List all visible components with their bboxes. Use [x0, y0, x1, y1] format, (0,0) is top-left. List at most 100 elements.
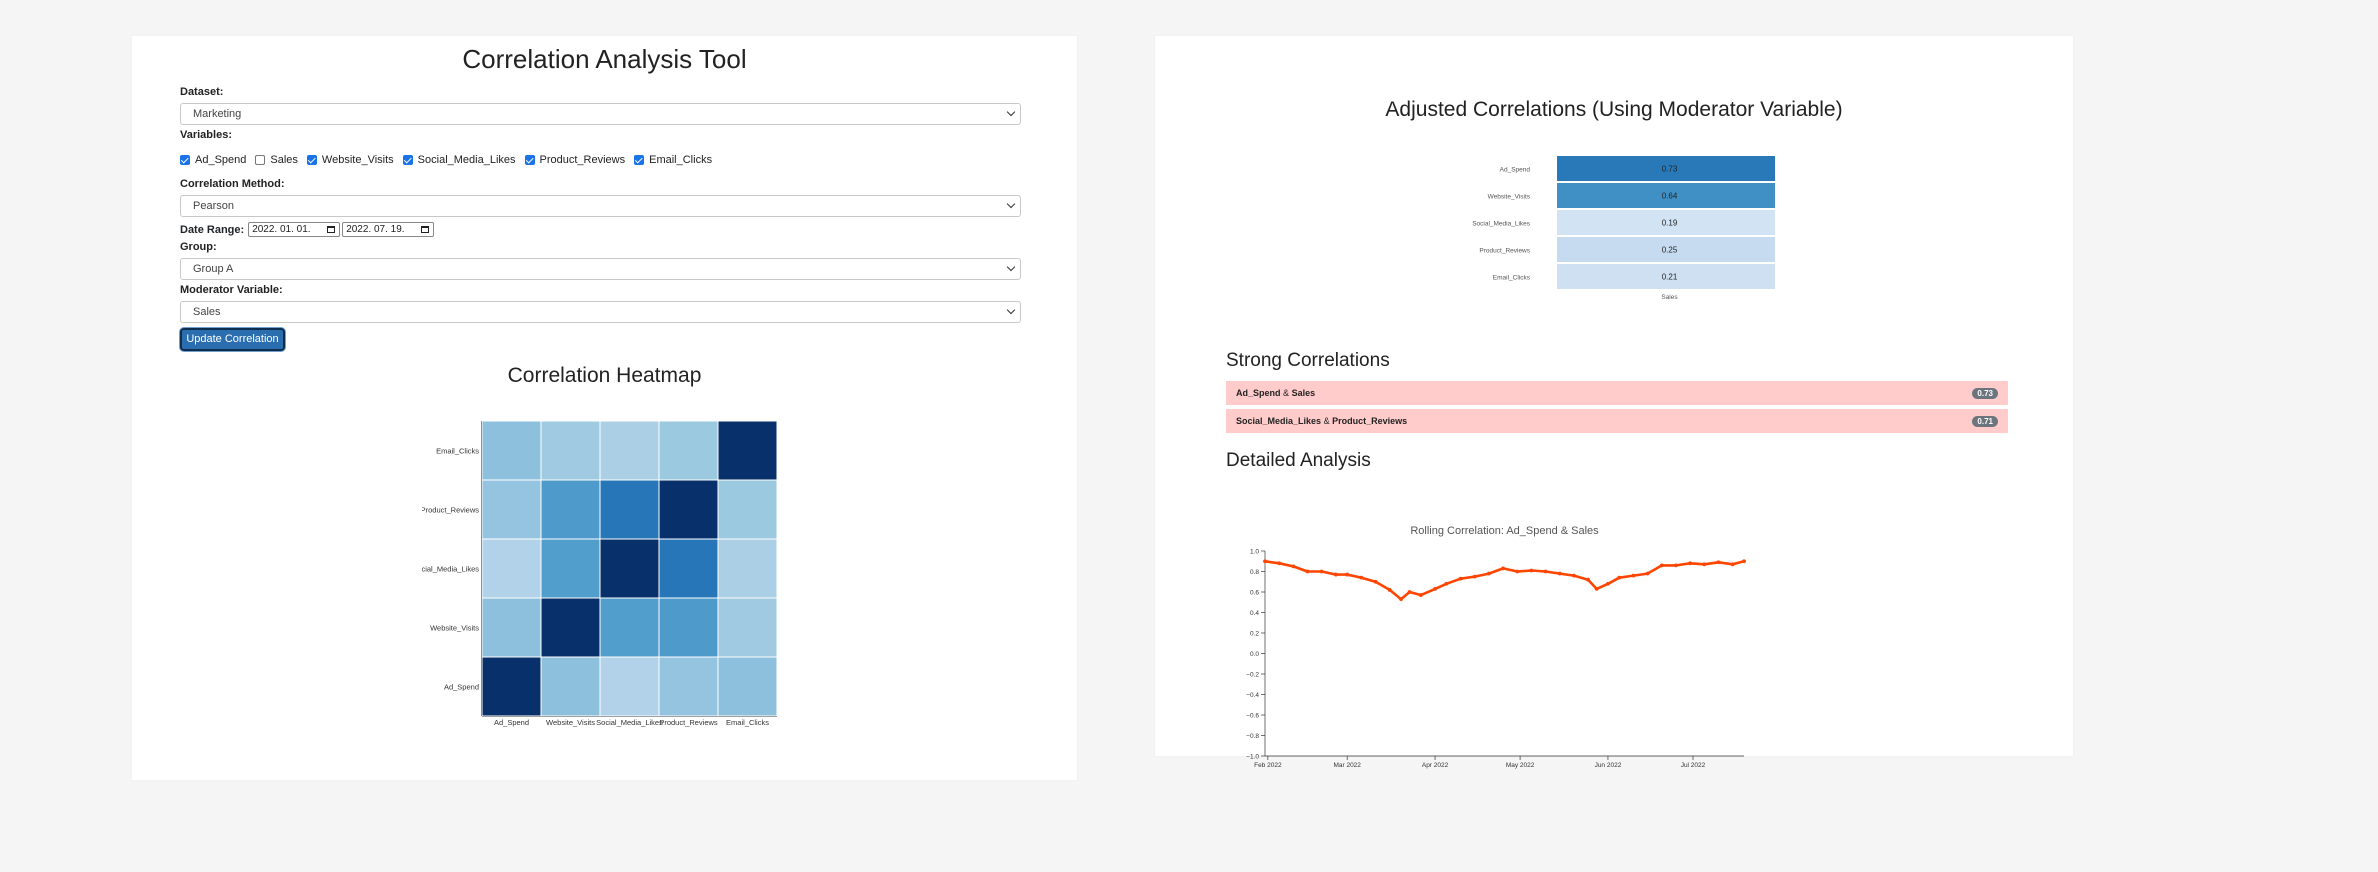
checkbox-product-reviews[interactable] — [524, 155, 535, 165]
variable-option-product-reviews[interactable]: Product_Reviews — [524, 154, 625, 166]
heatmap-cell — [717, 538, 778, 599]
date-start-value: 2022. 01. 01. — [252, 224, 311, 235]
group-select-value: Group A — [193, 263, 234, 275]
heatmap-cell — [481, 421, 542, 481]
chart-title: Rolling Correlation: Ad_Spend & Sales — [1410, 525, 1599, 537]
x-tick-label: Jul 2022 — [1681, 762, 1706, 769]
variable-option-sales[interactable]: Sales — [255, 154, 298, 166]
adjusted-value-label: 0.19 — [1662, 219, 1678, 228]
strong-correlation-row: Social_Media_Likes & Product_Reviews 0.7… — [1226, 409, 2008, 433]
variable-option-social-media-likes[interactable]: Social_Media_Likes — [402, 154, 516, 166]
data-point — [1631, 573, 1636, 578]
y-tick-label: −0.4 — [1246, 692, 1259, 699]
variable-label: Sales — [270, 154, 298, 166]
x-tick-label: May 2022 — [1506, 762, 1535, 769]
pair-var-a: Ad_Spend — [1236, 388, 1281, 398]
adjusted-value-label: 0.21 — [1662, 273, 1678, 282]
heatmap-cell — [717, 656, 778, 717]
method-select-value: Pearson — [193, 200, 234, 212]
adjusted-row-label: Email_Clicks — [1493, 275, 1531, 282]
y-tick-label: 0.4 — [1250, 610, 1259, 617]
y-tick-label: 0.6 — [1250, 590, 1259, 597]
method-select[interactable]: Pearson — [180, 195, 1021, 217]
dataset-select[interactable]: Marketing — [180, 103, 1021, 125]
data-point — [1702, 562, 1707, 567]
data-point — [1433, 587, 1437, 591]
date-end-value: 2022. 07. 19. — [346, 224, 405, 235]
heatmap-cell — [658, 479, 719, 540]
data-point — [1487, 571, 1491, 576]
rolling-correlation-line — [1264, 560, 1745, 601]
heatmap-cell — [481, 656, 542, 717]
adjusted-column-label: Sales — [1661, 294, 1678, 301]
variable-option-email-clicks[interactable]: Email_Clicks — [634, 154, 712, 166]
heatmap-cell — [540, 479, 601, 540]
data-point — [1529, 568, 1534, 573]
checkbox-sales[interactable] — [255, 155, 266, 165]
group-select[interactable]: Group A — [180, 258, 1021, 280]
heatmap-cell — [540, 597, 601, 658]
data-point — [1458, 576, 1463, 581]
variable-label: Website_Visits — [321, 154, 394, 166]
data-point — [1572, 573, 1576, 578]
checkbox-social-media-likes[interactable] — [402, 155, 413, 165]
calendar-icon[interactable] — [421, 226, 430, 233]
y-tick-label: 0.8 — [1250, 569, 1259, 576]
data-point — [1418, 593, 1423, 597]
strong-correlations-title: Strong Correlations — [1226, 350, 1390, 371]
date-start-input[interactable]: 2022. 01. 01. — [248, 222, 341, 237]
data-point — [1319, 569, 1324, 574]
data-point — [1291, 564, 1296, 569]
x-tick-label: Email_Clicks — [726, 718, 769, 727]
heatmap-cell — [658, 656, 719, 717]
checkbox-website-visits[interactable] — [306, 155, 317, 165]
heatmap-cell — [717, 421, 778, 481]
checkbox-email-clicks[interactable] — [634, 155, 645, 165]
pair-joiner: & — [1323, 416, 1330, 426]
y-tick-label: Product_Reviews — [422, 506, 479, 515]
y-tick-label: Email_Clicks — [436, 447, 479, 456]
x-tick-label: Feb 2022 — [1254, 762, 1282, 769]
y-tick-label: −0.8 — [1246, 733, 1259, 740]
y-tick-label: 1.0 — [1250, 549, 1259, 556]
date-range-row: Date Range: 2022. 01. 01. 2022. 07. 19. — [180, 222, 436, 237]
dataset-label: Dataset: — [180, 86, 224, 98]
chevron-down-icon — [1006, 199, 1016, 209]
data-point — [1730, 562, 1735, 567]
moderator-select[interactable]: Sales — [180, 301, 1021, 323]
pair-var-b: Sales — [1291, 388, 1316, 398]
variables-label: Variables: — [180, 129, 232, 141]
adjusted-correlations-heatmap: 0.73 Ad_Spend 0.64 Website_Visits 0.19 Social… — [1472, 156, 1775, 301]
heatmap-cell — [599, 479, 660, 540]
heatmap-cell — [717, 479, 778, 540]
heatmap-cell — [599, 656, 660, 717]
variable-label: Email_Clicks — [649, 154, 713, 166]
data-point — [1742, 559, 1746, 564]
calendar-icon[interactable] — [327, 226, 336, 233]
heatmap-cell — [540, 421, 601, 481]
date-range-label: Date Range: — [180, 223, 245, 236]
chevron-down-icon — [1006, 262, 1016, 272]
adjusted-row-label: Product_Reviews — [1479, 248, 1530, 255]
correlation-badge: 0.73 — [1972, 388, 1998, 399]
y-tick-label: Website_Visits — [430, 624, 479, 633]
adjusted-row-label: Ad_Spend — [1500, 167, 1531, 174]
data-point — [1617, 575, 1622, 580]
variable-option-website-visits[interactable]: Website_Visits — [306, 154, 394, 166]
data-point — [1359, 575, 1364, 580]
date-end-input[interactable]: 2022. 07. 19. — [342, 222, 435, 237]
data-point — [1543, 569, 1548, 574]
pair-var-a: Social_Media_Likes — [1236, 416, 1322, 426]
update-correlation-button[interactable]: Update Correlation — [180, 328, 285, 351]
adjusted-correlations-title: Adjusted Correlations (Using Moderator V… — [1385, 98, 1843, 121]
data-point — [1586, 577, 1591, 582]
results-panel: Adjusted Correlations (Using Moderator V… — [1155, 36, 2073, 769]
x-tick-label: Mar 2022 — [1333, 762, 1361, 769]
data-point — [1606, 581, 1610, 586]
checkbox-ad-spend[interactable] — [180, 155, 190, 165]
moderator-label: Moderator Variable: — [180, 284, 283, 296]
heatmap-cell — [481, 538, 542, 599]
variable-option-ad-spend[interactable]: Ad_Spend — [180, 154, 246, 166]
data-point — [1399, 597, 1403, 602]
x-tick-label: Apr 2022 — [1422, 762, 1449, 769]
